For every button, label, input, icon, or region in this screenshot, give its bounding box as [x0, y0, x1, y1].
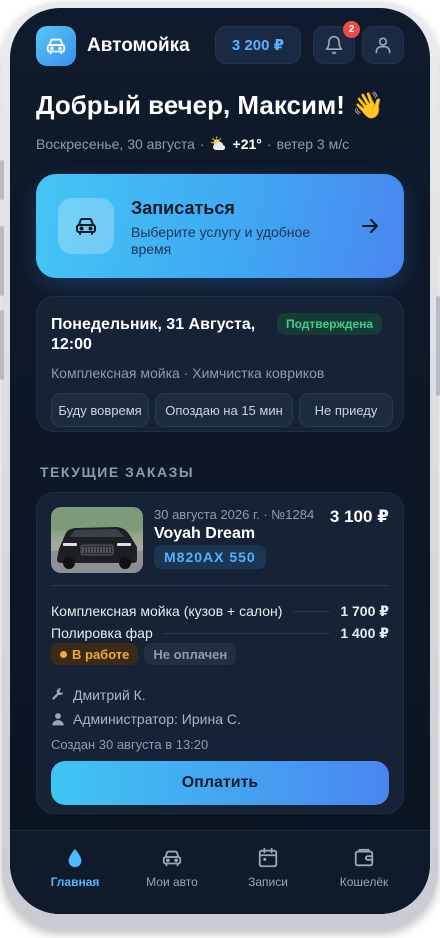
nav-item-bookings[interactable]: Записи: [223, 847, 313, 889]
temperature-text: +21°: [232, 136, 262, 152]
admin-name: Администратор: Ирина С.: [73, 711, 241, 727]
master-row: Дмитрий К.: [51, 687, 146, 703]
unpaid-badge: Не оплачен: [144, 643, 237, 665]
phone-side-button: [0, 226, 4, 296]
nav-label: Кошелёк: [339, 875, 389, 889]
current-orders-heading: ТЕКУЩИЕ ЗАКАЗЫ: [40, 464, 195, 480]
line-item-name: Комплексная мойка (кузов + салон): [51, 603, 283, 619]
order-total: 3 100 ₽: [329, 507, 389, 526]
bottom-nav: Главная Мои авто Записи Кошелёк: [10, 830, 430, 914]
created-at: Создан 30 августа в 13:20: [51, 737, 209, 752]
car-icon: [46, 38, 66, 55]
car-photo: [51, 507, 143, 573]
notification-count-badge: 2: [343, 21, 360, 38]
leader-line: [162, 632, 331, 634]
weather-line: Воскресенье, 30 августа · +21° · ветер 3…: [36, 136, 349, 152]
wrench-icon: [52, 688, 64, 700]
car-icon: [76, 218, 96, 235]
balance-button[interactable]: 3 200 ₽: [215, 26, 301, 64]
app-title: Автомойка: [87, 35, 190, 56]
user-icon: [52, 713, 64, 726]
admin-row: Администратор: Ирина С.: [51, 711, 241, 727]
app-logo: [36, 26, 76, 66]
status-dot: [60, 650, 67, 658]
bell-icon: [325, 35, 343, 55]
wind-text: ветер 3 м/с: [276, 136, 350, 152]
line-item-amount: 1 400 ₽: [340, 624, 389, 641]
on-time-button[interactable]: Буду вовремя: [51, 393, 149, 427]
greeting-title: Добрый вечер, Максим! 👋: [36, 90, 385, 120]
drop-icon: [68, 848, 82, 868]
pay-button[interactable]: Оплатить: [51, 761, 389, 805]
date-text: Воскресенье, 30 августа: [36, 136, 195, 152]
notifications-button[interactable]: 2: [313, 21, 360, 64]
in-progress-label: В работе: [72, 646, 130, 662]
appointment-actions: Буду вовремя Опоздаю на 15 мин Не приеду: [51, 393, 393, 427]
app-screen: Автомойка 3 200 ₽ 2 Добрый вечер, Максим…: [10, 8, 430, 914]
phone-side-button: [0, 160, 4, 200]
late-15-button[interactable]: Опоздаю на 15 мин: [155, 393, 293, 427]
order-line-item: Полировка фар 1 400 ₽: [51, 623, 389, 643]
nav-label: Записи: [248, 875, 288, 889]
nav-label: Мои авто: [146, 875, 198, 889]
cancel-visit-button[interactable]: Не приеду: [299, 393, 393, 427]
book-title: Записаться: [131, 198, 235, 218]
appointment-card: Понедельник, 31 Августа, 12:00 Подтвержд…: [36, 296, 404, 432]
leader-line: [292, 610, 331, 612]
phone-side-button: [0, 310, 4, 380]
arrow-right-icon: [362, 219, 378, 233]
book-car-icon-box: [58, 198, 114, 254]
appointment-services: Комплексная мойка · Химчистка ковриков: [51, 365, 325, 381]
appointment-status-badge: Подтверждена: [277, 313, 383, 335]
order-meta: 30 августа 2026 г. · №1284: [154, 507, 315, 522]
in-progress-badge: В работе: [51, 643, 139, 665]
partly-cloudy-icon: [210, 136, 225, 150]
order-card[interactable]: 30 августа 2026 г. · №1284 3 100 ₽ Voyah…: [36, 492, 404, 814]
separator: ·: [199, 136, 205, 152]
car-model: Voyah Dream: [154, 525, 256, 542]
license-plate: М820АХ 550: [154, 545, 266, 569]
separator: ·: [266, 136, 272, 152]
book-service-card[interactable]: Записаться Выберите услугу и удобное вре…: [36, 174, 404, 278]
nav-item-wallet[interactable]: Кошелёк: [319, 847, 409, 889]
wallet-icon: [354, 848, 374, 867]
nav-label: Главная: [50, 875, 100, 889]
phone-side-button: [436, 296, 440, 396]
master-name: Дмитрий К.: [73, 687, 146, 703]
top-bar: Автомойка 3 200 ₽ 2: [36, 21, 404, 66]
divider: [51, 585, 389, 586]
line-item-name: Полировка фар: [51, 625, 153, 641]
calendar-icon: [258, 847, 278, 868]
profile-button[interactable]: [362, 26, 404, 64]
line-item-amount: 1 700 ₽: [340, 602, 389, 619]
order-status-badges: В работе Не оплачен: [51, 643, 237, 665]
nav-item-home[interactable]: Главная: [30, 847, 120, 889]
order-line-item: Комплексная мойка (кузов + салон) 1 700 …: [51, 601, 389, 621]
book-subtitle: Выберите услугу и удобное время: [131, 224, 311, 257]
appointment-datetime: Понедельник, 31 Августа, 12:00: [51, 316, 256, 353]
nav-item-my-cars[interactable]: Мои авто: [127, 847, 217, 889]
user-icon: [375, 37, 391, 54]
car-icon: [162, 850, 182, 867]
